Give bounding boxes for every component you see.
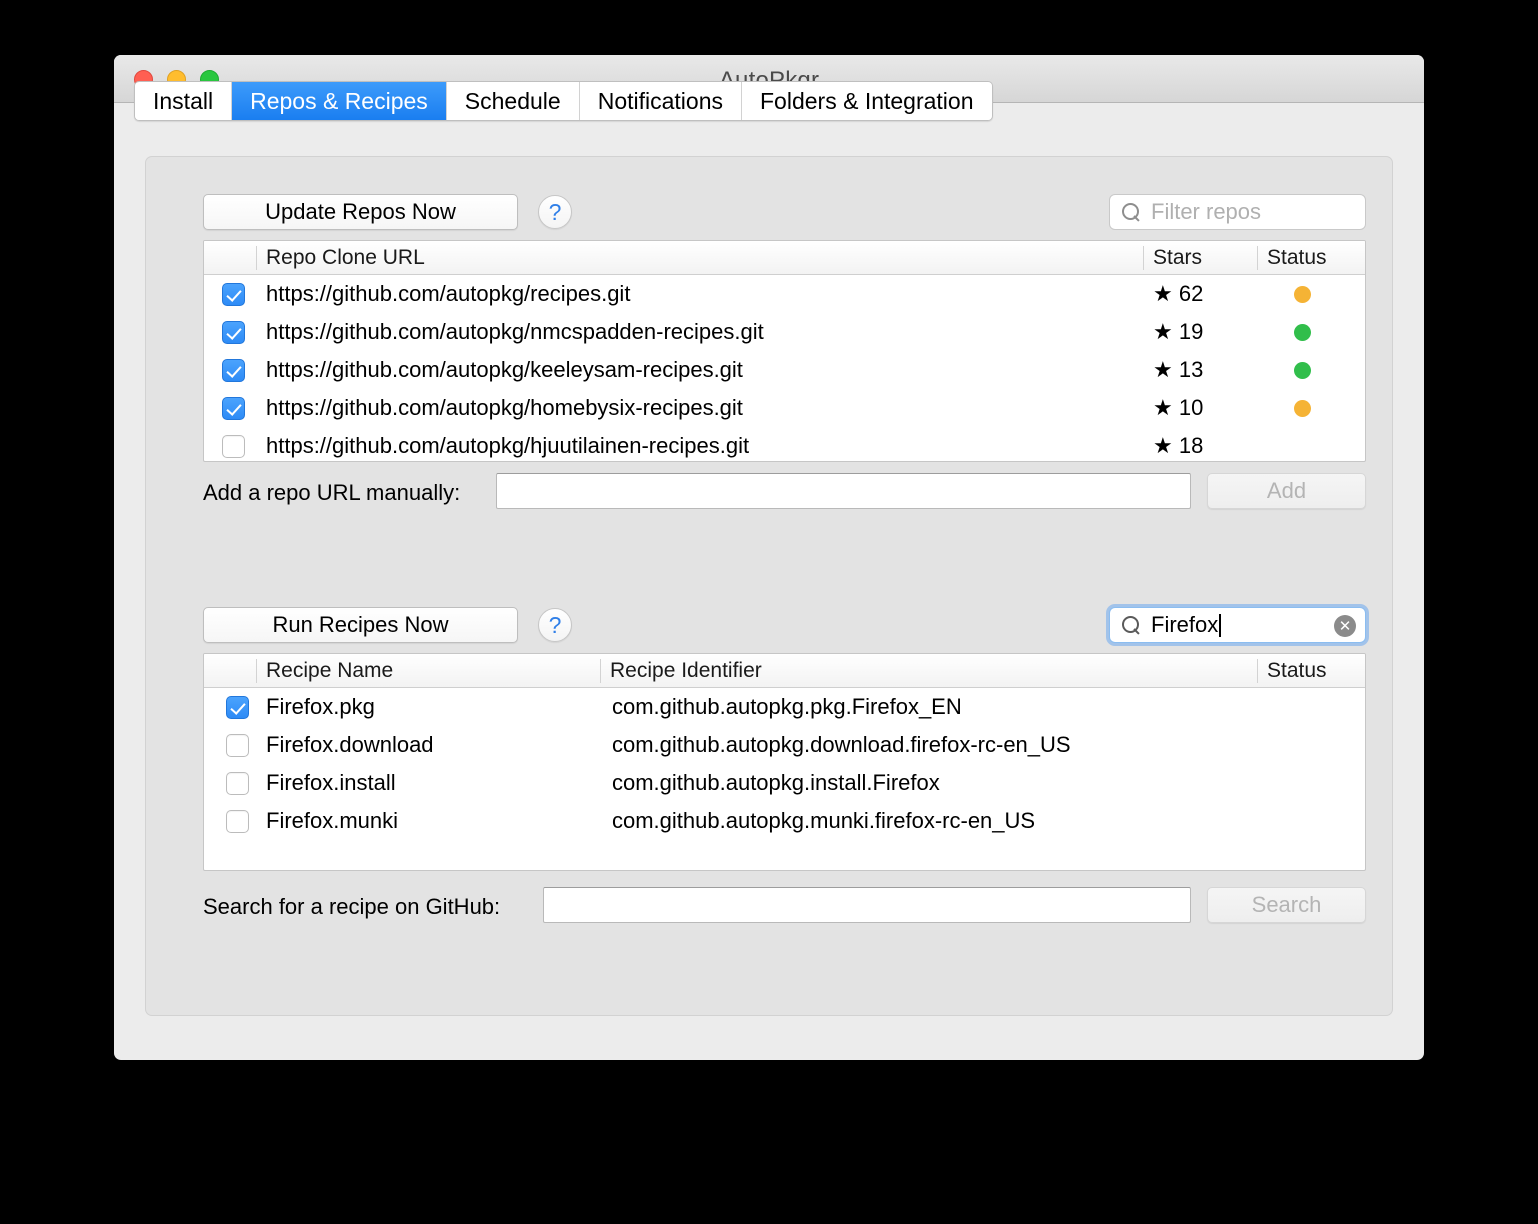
recipe-identifier-cell: com.github.autopkg.install.Firefox <box>612 770 940 795</box>
column-header-status[interactable]: Status <box>1257 246 1327 270</box>
recipe-name-cell: Firefox.pkg <box>266 694 375 719</box>
table-row[interactable]: Firefox.download com.github.autopkg.downl… <box>204 726 1365 764</box>
repo-enabled-checkbox[interactable] <box>222 320 245 344</box>
repos-help-icon[interactable]: ? <box>538 195 572 229</box>
filter-repos-placeholder: Filter repos <box>1151 199 1262 224</box>
add-repo-input[interactable] <box>496 473 1191 509</box>
recipe-identifier-cell: com.github.autopkg.munki.firefox-rc-en_U… <box>612 808 1036 833</box>
app-window: AutoPkgr Update Repos Now ? Filter repos… <box>114 55 1424 1060</box>
run-recipes-now-button[interactable]: Run Recipes Now <box>203 607 518 643</box>
recipe-search-value: Firefox <box>1151 612 1219 637</box>
recipe-name-cell: Firefox.munki <box>266 808 399 833</box>
repos-table-body: https://github.com/autopkg/recipes.git ★ … <box>204 275 1365 461</box>
recipes-help-icon[interactable]: ? <box>538 608 572 642</box>
clear-search-icon[interactable]: ✕ <box>1334 615 1356 637</box>
repo-url-cell: https://github.com/autopkg/recipes.git <box>266 281 631 306</box>
repo-url-cell: https://github.com/autopkg/keeleysam-rec… <box>266 357 743 382</box>
repos-table-header: Repo Clone URL Stars Status <box>204 241 1365 275</box>
recipe-search-input[interactable]: Firefox ✕ <box>1109 607 1366 643</box>
recipe-name-cell: Firefox.install <box>266 770 396 795</box>
repo-enabled-checkbox[interactable] <box>222 282 245 306</box>
table-row[interactable]: Firefox.munki com.github.autopkg.munki.fi… <box>204 802 1365 840</box>
repo-stars-cell: ★ 62 <box>1153 281 1204 306</box>
search-icon <box>1122 202 1141 222</box>
repo-stars-cell: ★ 19 <box>1153 319 1204 344</box>
recipe-enabled-checkbox[interactable] <box>226 771 249 795</box>
tab-repos-recipes[interactable]: Repos & Recipes <box>232 82 447 120</box>
text-cursor <box>1219 613 1222 637</box>
add-repo-button[interactable]: Add <box>1207 473 1366 509</box>
tab-folders-integration[interactable]: Folders & Integration <box>742 82 992 120</box>
recipe-enabled-checkbox[interactable] <box>226 695 249 719</box>
repo-stars-cell: ★ 13 <box>1153 357 1204 382</box>
table-row[interactable]: https://github.com/autopkg/nmcspadden-re… <box>204 313 1365 351</box>
repos-table: Repo Clone URL Stars Status https://gith… <box>203 240 1366 462</box>
table-row[interactable]: https://github.com/autopkg/hjuutilainen-… <box>204 427 1365 461</box>
repo-url-cell: https://github.com/autopkg/homebysix-rec… <box>266 395 743 420</box>
recipes-table-body: Firefox.pkg com.github.autopkg.pkg.Firefo… <box>204 688 1365 840</box>
repo-enabled-checkbox[interactable] <box>222 396 245 420</box>
column-header-recipe-name[interactable]: Recipe Name <box>256 659 393 683</box>
recipes-table-header: Recipe Name Recipe Identifier Status <box>204 654 1365 688</box>
column-header-recipe-identifier[interactable]: Recipe Identifier <box>600 659 762 683</box>
table-row[interactable]: Firefox.pkg com.github.autopkg.pkg.Firefo… <box>204 688 1365 726</box>
recipes-table: Recipe Name Recipe Identifier Status Fir… <box>203 653 1366 871</box>
repo-enabled-checkbox[interactable] <box>222 434 245 458</box>
github-search-label: Search for a recipe on GitHub: <box>203 894 501 919</box>
repo-stars-cell: ★ 10 <box>1153 395 1204 420</box>
table-row[interactable]: Firefox.install com.github.autopkg.instal… <box>204 764 1365 802</box>
add-repo-label: Add a repo URL manually: <box>203 480 461 505</box>
repo-status-dot <box>1294 399 1311 417</box>
repo-status-dot <box>1294 285 1311 303</box>
recipe-identifier-cell: com.github.autopkg.pkg.Firefox_EN <box>612 694 962 719</box>
tab-notifications[interactable]: Notifications <box>579 82 742 120</box>
tab-bar: Install Repos & Recipes Schedule Notificati… <box>134 81 993 121</box>
tab-schedule[interactable]: Schedule <box>446 82 580 120</box>
repo-enabled-checkbox[interactable] <box>222 358 245 382</box>
recipe-name-cell: Firefox.download <box>266 732 434 757</box>
column-header-status[interactable]: Status <box>1257 659 1327 683</box>
github-search-input[interactable] <box>543 887 1191 923</box>
column-header-stars[interactable]: Stars <box>1143 246 1202 270</box>
table-row[interactable]: https://github.com/autopkg/keeleysam-rec… <box>204 351 1365 389</box>
repo-url-cell: https://github.com/autopkg/hjuutilainen-… <box>266 433 750 458</box>
tab-install[interactable]: Install <box>135 82 233 120</box>
recipe-identifier-cell: com.github.autopkg.download.firefox-rc-e… <box>612 732 1071 757</box>
table-row[interactable]: https://github.com/autopkg/homebysix-rec… <box>204 389 1365 427</box>
repo-url-cell: https://github.com/autopkg/nmcspadden-re… <box>266 319 764 344</box>
recipe-enabled-checkbox[interactable] <box>226 733 249 757</box>
update-repos-now-button[interactable]: Update Repos Now <box>203 194 518 230</box>
repo-status-dot <box>1294 323 1311 341</box>
content-panel: Update Repos Now ? Filter repos Repo Clo… <box>145 156 1393 1016</box>
repo-status-dot <box>1294 361 1311 379</box>
column-header-repo-url[interactable]: Repo Clone URL <box>256 246 425 270</box>
recipe-enabled-checkbox[interactable] <box>226 809 249 833</box>
table-row[interactable]: https://github.com/autopkg/recipes.git ★ … <box>204 275 1365 313</box>
search-icon <box>1122 615 1141 635</box>
repo-stars-cell: ★ 18 <box>1153 433 1204 458</box>
github-search-button[interactable]: Search <box>1207 887 1366 923</box>
filter-repos-input[interactable]: Filter repos <box>1109 194 1366 230</box>
